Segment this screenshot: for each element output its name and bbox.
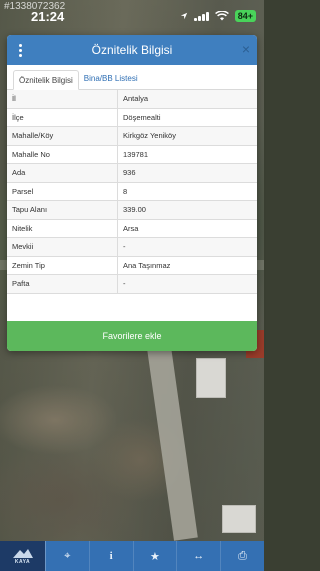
bottom-toolbar: KAYA ⌖ i ★ ↔ ⎙ (0, 541, 264, 571)
status-bar: 21:24 84+ (0, 0, 264, 30)
info-icon[interactable]: i (90, 541, 134, 571)
row-value: Ana Taşınmaz (123, 260, 171, 270)
wifi-icon (214, 11, 229, 21)
row-key: İlçe (7, 108, 118, 126)
row-value: 936 (123, 168, 136, 178)
table-row: Zemin Tip Ana Taşınmaz (7, 256, 257, 275)
location-arrow-icon (180, 12, 187, 20)
row-value: 339.00 (123, 205, 146, 215)
row-key: Zemin Tip (7, 256, 118, 274)
print-icon[interactable]: ⎙ (221, 541, 264, 571)
measure-icon[interactable]: ↔ (177, 541, 222, 571)
tab-attribute-info[interactable]: Öznitelik Bilgisi (13, 70, 79, 90)
table-row: Nitelik Arsa (7, 219, 257, 238)
table-row: Mevkii - (7, 238, 257, 257)
table-row: Mahalle No 139781 (7, 145, 257, 164)
modal-title: Öznitelik Bilgisi (91, 43, 173, 57)
logo-text: KAYA (14, 559, 31, 565)
logo-mark-icon (12, 549, 33, 558)
row-value: 8 (123, 186, 128, 196)
battery-indicator: 84+ (234, 10, 256, 22)
row-value: Antalya (123, 94, 149, 104)
add-favorite-button[interactable]: Favorilere ekle (7, 321, 257, 351)
cellular-signal-icon (193, 11, 209, 21)
row-key: Ada (7, 164, 118, 182)
app-logo: KAYA (0, 541, 46, 571)
table-row: Parsel 8 (7, 182, 257, 201)
crosshair-icon[interactable]: ⌖ (46, 541, 90, 571)
status-icons: 84+ (180, 10, 256, 22)
row-value: 139781 (123, 149, 149, 159)
row-value: - (123, 242, 126, 252)
row-value: - (123, 279, 126, 289)
menu-icon[interactable] (19, 44, 23, 57)
row-value: Döşemealti (123, 112, 161, 122)
row-key: Mahalle No (7, 145, 118, 163)
attribute-table: İl Antalya İlçe Döşemealti Mahalle/Köy Kirk… (7, 90, 257, 294)
table-row: İl Antalya (7, 90, 257, 109)
table-row: Tapu Alanı 339.00 (7, 201, 257, 220)
row-key: Nitelik (7, 219, 118, 237)
table-row: Mahalle/Köy Kirkgöz Yeniköy (7, 127, 257, 146)
row-value: Kirkgöz Yeniköy (123, 131, 176, 141)
table-row: İlçe Döşemealti (7, 108, 257, 127)
row-key: Mahalle/Köy (7, 127, 118, 145)
table-row: Ada 936 (7, 164, 257, 183)
row-key: İl (7, 90, 118, 108)
status-time: 21:24 (31, 9, 65, 24)
map-building (222, 505, 256, 533)
row-value: Arsa (123, 223, 139, 233)
star-icon[interactable]: ★ (134, 541, 178, 571)
table-row: Pafta - (7, 275, 257, 294)
close-icon[interactable]: × (242, 42, 250, 56)
attribute-info-modal: Öznitelik Bilgisi × Öznitelik Bilgisi Bi… (7, 35, 257, 351)
row-key: Mevkii (7, 238, 118, 256)
row-key: Pafta (7, 275, 118, 293)
tab-bar: Öznitelik Bilgisi Bina/BB Listesi (7, 65, 257, 90)
row-key: Parsel (7, 182, 118, 200)
row-key: Tapu Alanı (7, 201, 118, 219)
modal-header: Öznitelik Bilgisi × (7, 35, 257, 65)
map-building (196, 358, 226, 398)
tab-building-list[interactable]: Bina/BB Listesi (79, 69, 143, 89)
